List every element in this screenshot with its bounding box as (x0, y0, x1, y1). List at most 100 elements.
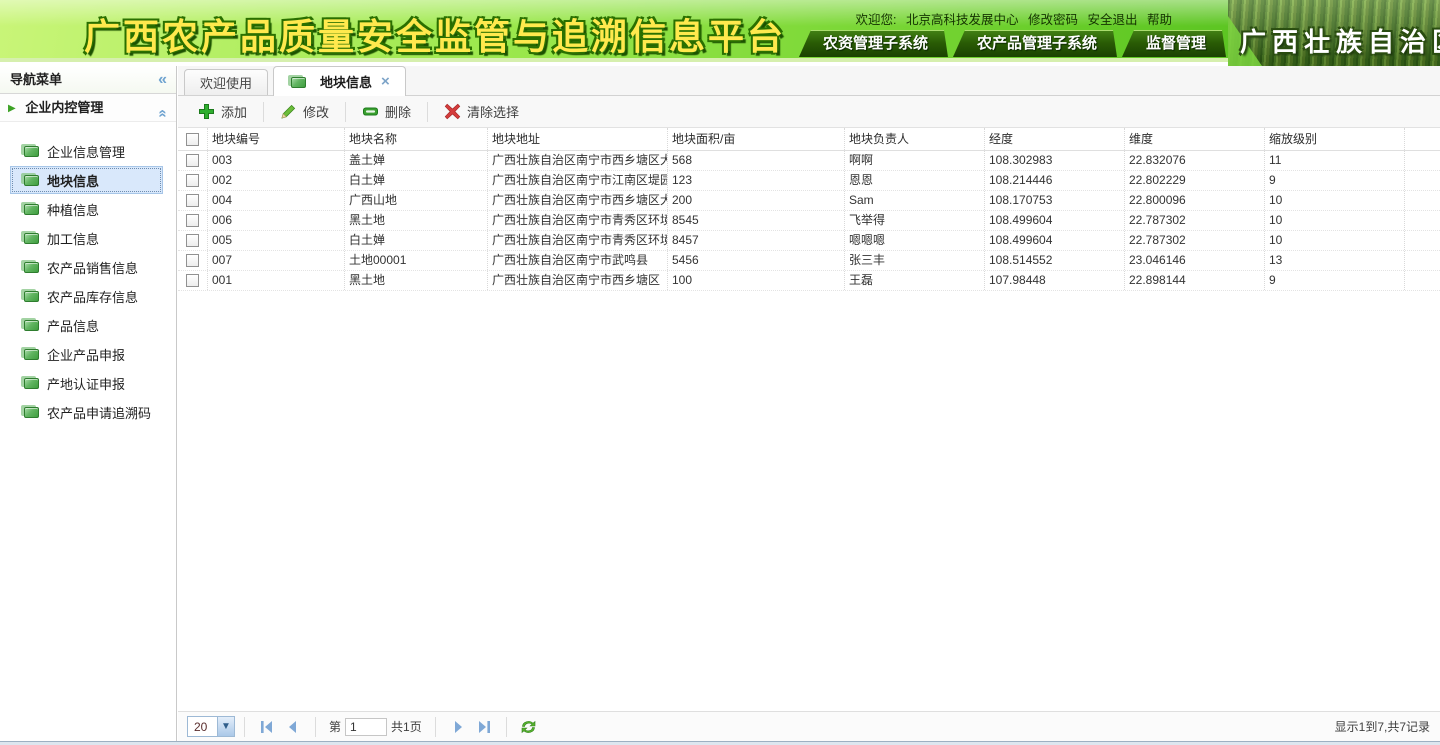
table-cell: 啊啊 (845, 151, 985, 170)
subsystem-button-3[interactable]: 监督管理 (1122, 30, 1226, 57)
last-page-button[interactable] (471, 716, 497, 738)
row-checkbox[interactable] (186, 274, 199, 287)
subsystem-button-2[interactable]: 农产品管理子系统 (953, 30, 1117, 57)
row-filler-cell (1405, 231, 1440, 250)
page-number-input[interactable] (345, 718, 387, 736)
table-cell: 123 (668, 171, 845, 190)
clear-selection-icon (444, 103, 461, 120)
sidebar-item-7[interactable]: 产品信息 (10, 311, 163, 339)
row-checkbox-cell (178, 231, 208, 250)
row-checkbox[interactable] (186, 254, 199, 267)
folder-icon (24, 175, 39, 186)
table-row[interactable]: 005白土婵广西壮族自治区南宁市青秀区环境8457嗯嗯嗯108.49960422… (178, 231, 1440, 251)
tab-1[interactable]: 欢迎使用 (184, 69, 268, 95)
sidebar-item-label: 种植信息 (47, 200, 99, 219)
sidebar-item-label: 农产品申请追溯码 (47, 403, 151, 422)
table-row[interactable]: 006黑土地广西壮族自治区南宁市青秀区环境8545飞举得108.49960422… (178, 211, 1440, 231)
table-cell: 22.800096 (1125, 191, 1265, 210)
sidebar-item-4[interactable]: 加工信息 (10, 224, 163, 252)
add-button[interactable]: 添加 (187, 98, 258, 125)
sidebar-section-header[interactable]: ▶ 企业内控管理 « (0, 94, 176, 122)
table-cell: 王磊 (845, 271, 985, 290)
sidebar-item-10[interactable]: 农产品申请追溯码 (10, 398, 163, 426)
sidebar-item-6[interactable]: 农产品库存信息 (10, 282, 163, 310)
add-icon (198, 103, 215, 120)
triangle-right-icon: ▶ (8, 103, 16, 114)
help-link[interactable]: 帮助 (1147, 13, 1172, 27)
table-cell: 白土婵 (345, 231, 488, 250)
first-page-button[interactable] (254, 716, 280, 738)
tab-2[interactable]: 地块信息× (273, 66, 406, 96)
table-cell: 恩恩 (845, 171, 985, 190)
tab-label: 欢迎使用 (200, 73, 252, 92)
logout-link[interactable]: 安全退出 (1087, 13, 1137, 27)
row-filler-cell (1405, 151, 1440, 170)
toolbar-separator (345, 102, 346, 122)
datagrid-header: 地块编号地块名称地块地址地块面积/亩地块负责人经度维度缩放级别 (178, 128, 1440, 151)
sidebar-item-5[interactable]: 农产品销售信息 (10, 253, 163, 281)
table-cell: 568 (668, 151, 845, 170)
table-cell: 黑土地 (345, 271, 488, 290)
toolbar-button-label: 添加 (221, 102, 247, 121)
table-cell: 黑土地 (345, 211, 488, 230)
table-cell: 广西壮族自治区南宁市青秀区环境 (488, 231, 668, 250)
column-header: 地块面积/亩 (668, 128, 845, 150)
edit-button[interactable]: 修改 (269, 98, 340, 125)
window-bottom-edge (0, 741, 1440, 745)
row-checkbox[interactable] (186, 214, 199, 227)
collapse-section-icon[interactable]: « (149, 109, 176, 117)
select-all-checkbox[interactable] (186, 133, 199, 146)
sidebar-item-label: 企业产品申报 (47, 345, 125, 364)
table-cell: 005 (208, 231, 345, 250)
toolbar: 添加 修改删除清除选择 (178, 96, 1440, 128)
row-filler-cell (1405, 191, 1440, 210)
datagrid: 地块编号地块名称地块地址地块面积/亩地块负责人经度维度缩放级别 003盖土婵广西… (178, 128, 1440, 711)
collapse-sidebar-icon[interactable]: « (158, 66, 167, 93)
sidebar-item-3[interactable]: 种植信息 (10, 195, 163, 223)
table-cell: 10 (1265, 211, 1405, 230)
table-cell: 22.787302 (1125, 231, 1265, 250)
page-size-value: 20 (188, 720, 217, 734)
subsystem-button-1[interactable]: 农资管理子系统 (799, 30, 948, 57)
folder-icon (24, 320, 39, 331)
table-cell: 8545 (668, 211, 845, 230)
sidebar-item-1[interactable]: 企业信息管理 (10, 137, 163, 165)
sidebar-item-label: 产品信息 (47, 316, 99, 335)
table-cell: 11 (1265, 151, 1405, 170)
clear-button[interactable]: 清除选择 (433, 98, 530, 125)
column-header: 地块负责人 (845, 128, 985, 150)
chevron-down-icon: ▼ (217, 717, 234, 736)
next-page-button[interactable] (445, 716, 471, 738)
folder-icon (24, 233, 39, 244)
row-checkbox-cell (178, 271, 208, 290)
table-row[interactable]: 002白土婵广西壮族自治区南宁市江南区堤园123恩恩108.21444622.8… (178, 171, 1440, 191)
close-icon[interactable]: × (381, 73, 390, 90)
sidebar-item-8[interactable]: 企业产品申报 (10, 340, 163, 368)
row-checkbox[interactable] (186, 194, 199, 207)
banner: 广西农产品质量安全监管与追溯信息平台 欢迎您: 北京高科技发展中心 修改密码 安… (0, 0, 1440, 62)
table-row[interactable]: 001黑土地广西壮族自治区南宁市西乡塘区100王磊107.9844822.898… (178, 271, 1440, 291)
table-row[interactable]: 003盖土婵广西壮族自治区南宁市西乡塘区大568啊啊108.30298322.8… (178, 151, 1440, 171)
prev-page-button[interactable] (280, 716, 306, 738)
pager-separator (435, 717, 436, 737)
table-cell: 广西山地 (345, 191, 488, 210)
table-row[interactable]: 004广西山地广西壮族自治区南宁市西乡塘区大200Sam108.17075322… (178, 191, 1440, 211)
page-size-select[interactable]: 20 ▼ (187, 716, 235, 737)
folder-icon (291, 77, 306, 88)
sidebar-menu: 企业信息管理地块信息种植信息加工信息农产品销售信息农产品库存信息产品信息企业产品… (0, 122, 176, 426)
refresh-button[interactable] (516, 716, 542, 738)
sidebar-item-9[interactable]: 产地认证申报 (10, 369, 163, 397)
table-cell: 广西壮族自治区南宁市西乡塘区大 (488, 151, 668, 170)
sidebar-item-2[interactable]: 地块信息 (10, 166, 163, 194)
row-checkbox[interactable] (186, 174, 199, 187)
delete-button[interactable]: 删除 (351, 98, 422, 125)
table-cell: 108.499604 (985, 211, 1125, 230)
table-cell: 108.514552 (985, 251, 1125, 270)
table-row[interactable]: 007土地00001广西壮族自治区南宁市武鸣县5456张三丰108.514552… (178, 251, 1440, 271)
change-password-link[interactable]: 修改密码 (1028, 13, 1078, 27)
row-checkbox[interactable] (186, 154, 199, 167)
table-cell: 108.499604 (985, 231, 1125, 250)
row-checkbox[interactable] (186, 234, 199, 247)
table-cell: 9 (1265, 271, 1405, 290)
username: 北京高科技发展中心 (906, 13, 1019, 27)
